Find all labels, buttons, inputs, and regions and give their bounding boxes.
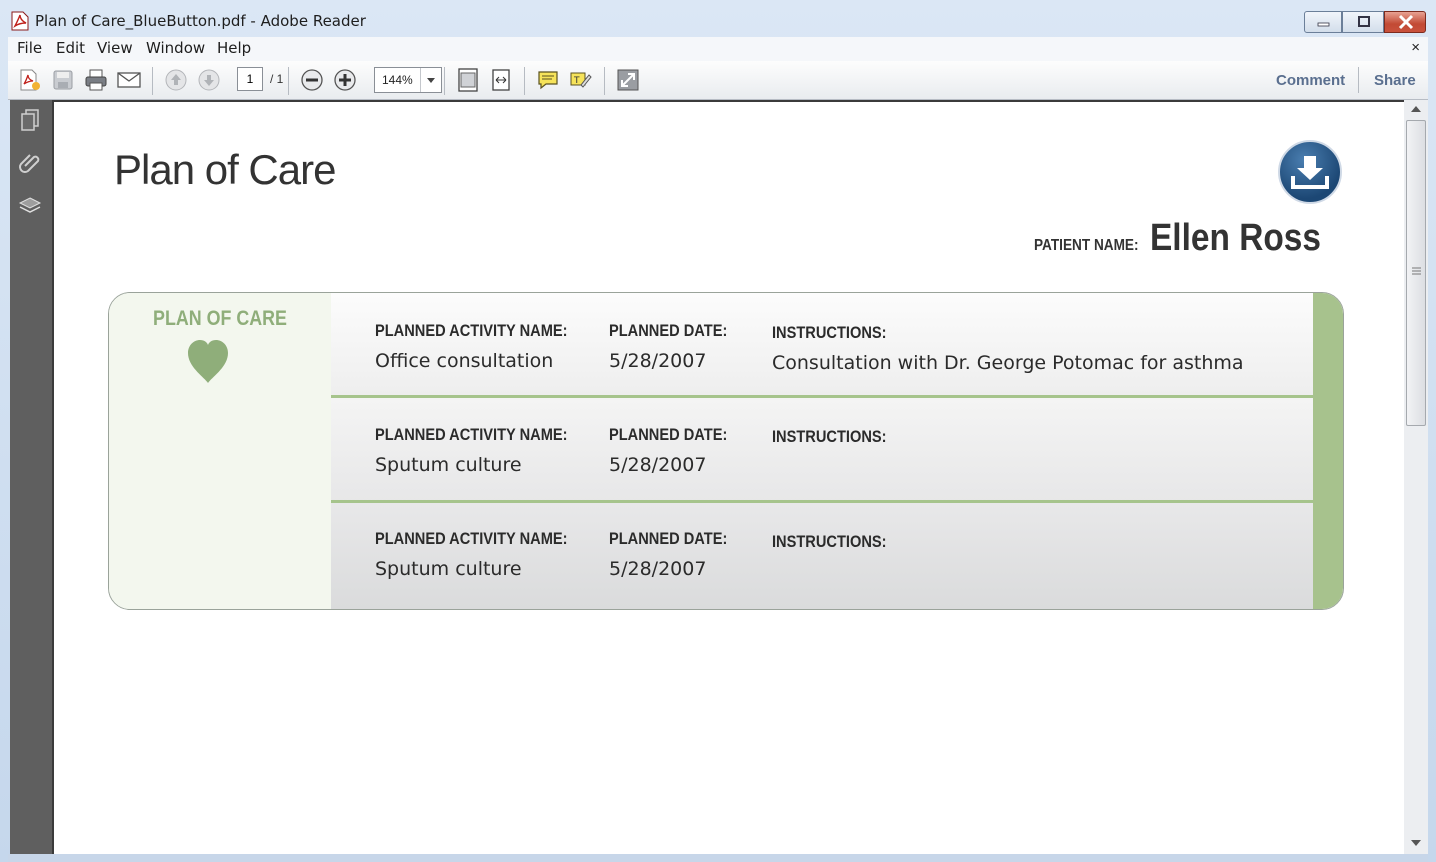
full-screen-button[interactable] <box>615 67 641 93</box>
close-icon <box>1398 14 1414 30</box>
instructions-label: INSTRUCTIONS: <box>772 427 887 446</box>
activity-value: Office consultation <box>375 350 554 372</box>
toolbar-separator <box>524 67 525 95</box>
vertical-scrollbar[interactable] <box>1404 100 1428 854</box>
menu-view[interactable]: View <box>97 39 133 57</box>
toolbar-separator <box>152 67 153 95</box>
table-row: PLANNED ACTIVITY NAME: Sputum culture PL… <box>331 503 1313 609</box>
date-label: PLANNED DATE: <box>609 321 728 340</box>
plus-circle-icon <box>334 69 356 91</box>
title-bar: Plan of Care_BlueButton.pdf - Adobe Read… <box>0 0 1436 40</box>
minimize-icon <box>1317 22 1330 27</box>
window-title: Plan of Care_BlueButton.pdf - Adobe Read… <box>35 12 366 30</box>
zoom-in-button[interactable] <box>332 67 358 93</box>
chevron-down-icon[interactable] <box>420 68 441 92</box>
email-button[interactable] <box>116 67 142 93</box>
toolbar-separator <box>1358 67 1359 93</box>
close-window-button[interactable] <box>1384 11 1426 33</box>
section-header-panel: PLAN OF CARE <box>109 293 332 609</box>
page-number-input[interactable]: 1 <box>237 67 263 91</box>
menu-help[interactable]: Help <box>217 39 251 57</box>
page-title: Plan of Care <box>114 146 336 193</box>
arrow-down-icon <box>198 69 220 91</box>
envelope-icon <box>117 72 141 88</box>
scroll-up-arrow-icon[interactable] <box>1411 106 1421 112</box>
previous-page-button[interactable] <box>163 67 189 93</box>
date-label: PLANNED DATE: <box>609 425 728 444</box>
layers-icon[interactable] <box>18 194 42 218</box>
svg-text:T: T <box>573 76 580 86</box>
date-value: 5/28/2007 <box>609 350 707 372</box>
menu-file[interactable]: File <box>17 39 42 57</box>
activity-label: PLANNED ACTIVITY NAME: <box>375 529 568 548</box>
patient-name: Ellen Ross <box>1150 217 1321 259</box>
plan-of-care-card: PLAN OF CARE PLANNED ACTIVITY NAME: Offi… <box>108 292 1344 610</box>
next-page-button[interactable] <box>196 67 222 93</box>
activity-value: Sputum culture <box>375 454 522 476</box>
fit-page-button[interactable] <box>455 67 481 93</box>
download-icon <box>1291 156 1329 189</box>
comment-pane-link[interactable]: Comment <box>1276 72 1345 89</box>
window-bottom-edge <box>8 854 1428 862</box>
scroll-thumb[interactable] <box>1406 120 1426 426</box>
accent-bar <box>1313 293 1343 609</box>
activity-label: PLANNED ACTIVITY NAME: <box>375 425 568 444</box>
toolbar-separator <box>604 67 605 95</box>
create-pdf-icon <box>20 69 40 91</box>
print-button[interactable] <box>83 67 109 93</box>
zoom-out-button[interactable] <box>299 67 325 93</box>
menu-window[interactable]: Window <box>146 39 205 57</box>
app-window: Plan of Care_BlueButton.pdf - Adobe Read… <box>0 0 1436 862</box>
table-row: PLANNED ACTIVITY NAME: Sputum culture PL… <box>331 398 1313 502</box>
toolbar-separator <box>288 67 289 95</box>
navigation-pane <box>10 100 52 854</box>
fit-page-icon <box>458 68 478 92</box>
minus-circle-icon <box>301 69 323 91</box>
fit-width-button[interactable] <box>488 67 514 93</box>
date-value: 5/28/2007 <box>609 558 707 580</box>
activity-value: Sputum culture <box>375 558 522 580</box>
fit-width-icon <box>492 69 510 91</box>
toolbar-separator <box>444 67 445 95</box>
toolbar: 1 / 1 144% T Comment Share <box>8 61 1428 100</box>
save-icon <box>53 70 73 90</box>
heart-icon <box>188 340 228 383</box>
highlight-text-button[interactable]: T <box>568 67 594 93</box>
date-label: PLANNED DATE: <box>609 529 728 548</box>
document-page: Plan of Care PATIENT NAME: Ellen Ross PL… <box>52 100 1404 854</box>
page-thumbnails-icon[interactable] <box>18 108 42 132</box>
pdf-file-icon <box>11 11 29 31</box>
download-button[interactable] <box>1278 140 1342 204</box>
paperclip-icon[interactable] <box>18 150 42 174</box>
grip-icon <box>1412 267 1421 275</box>
page-total: / 1 <box>270 72 284 86</box>
share-pane-link[interactable]: Share <box>1374 72 1416 89</box>
instructions-label: INSTRUCTIONS: <box>772 323 887 342</box>
arrow-up-icon <box>165 69 187 91</box>
date-value: 5/28/2007 <box>609 454 707 476</box>
create-pdf-button[interactable] <box>17 67 43 93</box>
activity-label: PLANNED ACTIVITY NAME: <box>375 321 568 340</box>
minimize-button[interactable] <box>1304 11 1342 33</box>
comment-bubble-icon <box>538 71 558 90</box>
highlight-icon: T <box>570 72 592 88</box>
print-icon <box>85 69 107 91</box>
instructions-value: Consultation with Dr. George Potomac for… <box>772 352 1244 374</box>
restore-button[interactable] <box>1342 11 1384 33</box>
save-button[interactable] <box>50 67 76 93</box>
zoom-select[interactable]: 144% <box>374 67 442 93</box>
menu-edit[interactable]: Edit <box>56 39 85 57</box>
restore-icon <box>1358 16 1370 27</box>
instructions-label: INSTRUCTIONS: <box>772 532 887 551</box>
expand-icon <box>617 69 639 91</box>
zoom-value: 144% <box>382 73 413 87</box>
patient-name-label: PATIENT NAME: <box>1034 237 1139 254</box>
section-title: PLAN OF CARE <box>153 307 287 330</box>
sticky-note-button[interactable] <box>535 67 561 93</box>
menu-bar: File Edit View Window Help × <box>8 37 1428 61</box>
scroll-down-arrow-icon[interactable] <box>1411 840 1421 846</box>
table-row: PLANNED ACTIVITY NAME: Office consultati… <box>331 293 1313 397</box>
close-document-button[interactable]: × <box>1411 39 1420 56</box>
